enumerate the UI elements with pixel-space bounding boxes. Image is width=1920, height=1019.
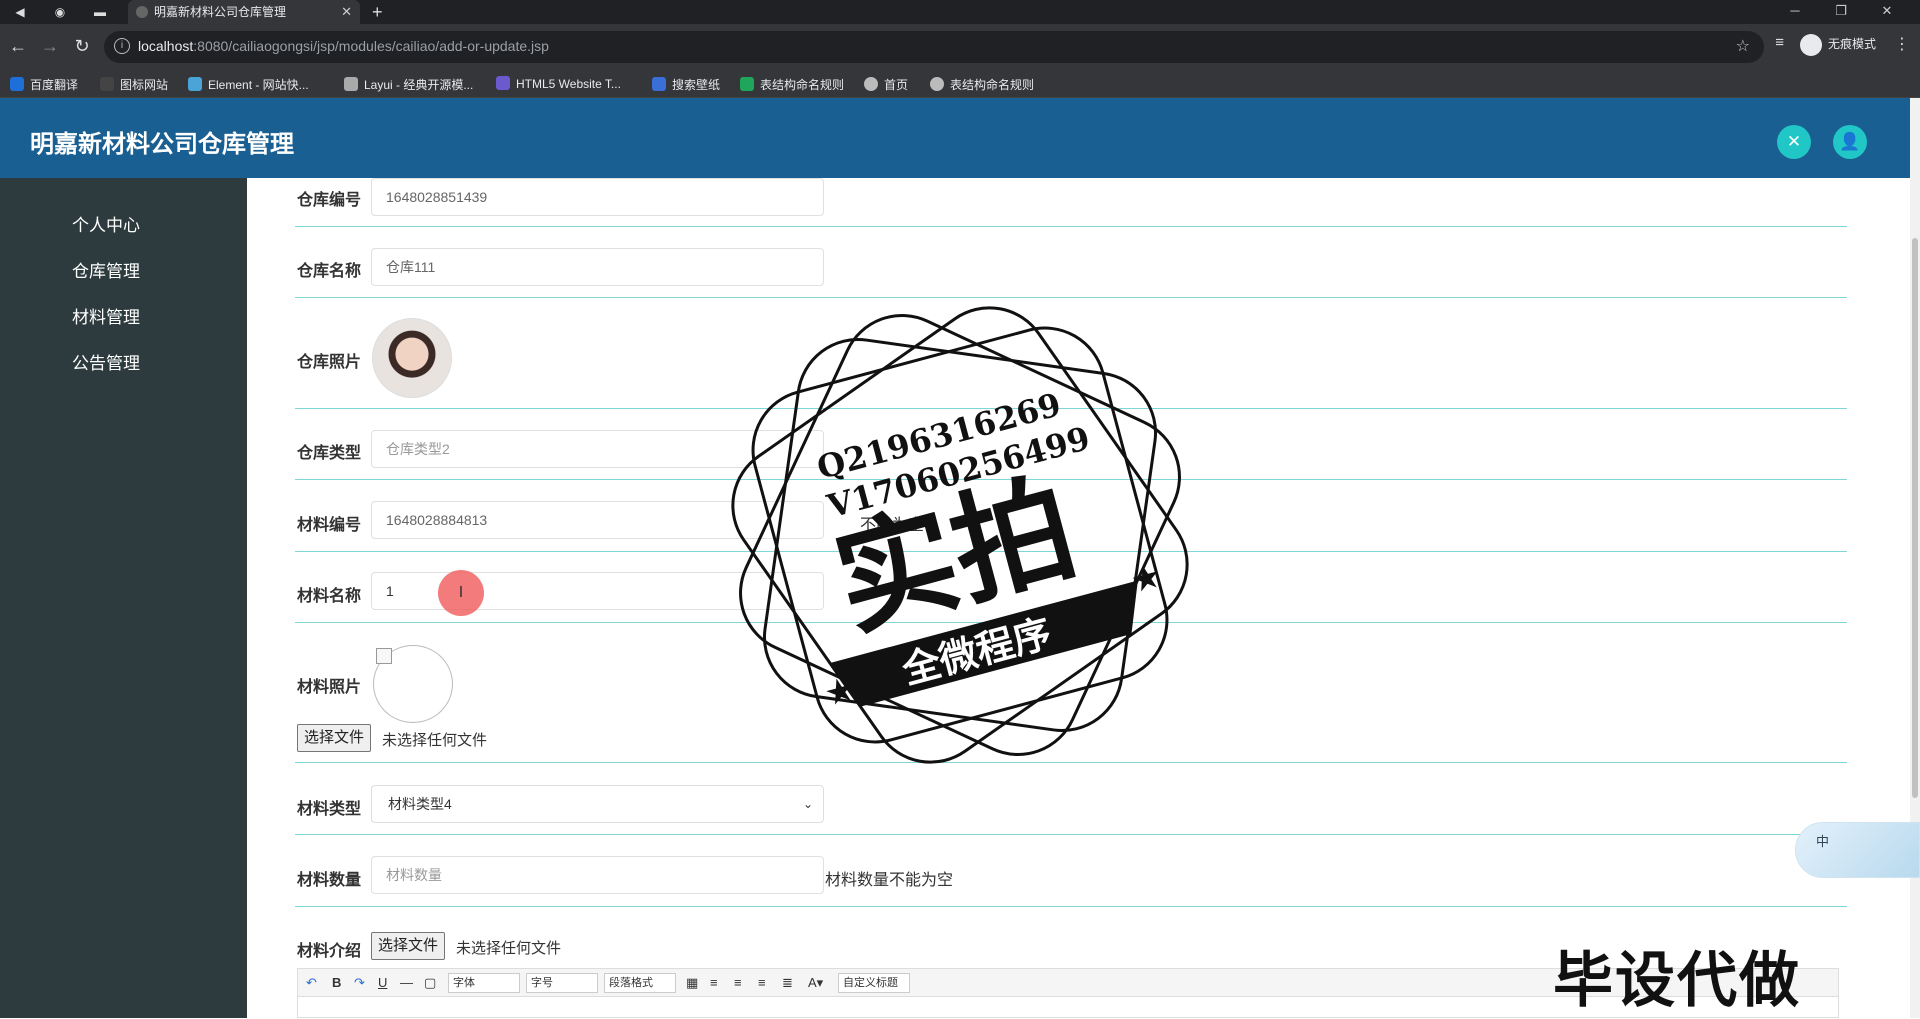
new-tab-icon[interactable]: +: [372, 0, 383, 24]
bold-icon[interactable]: B: [332, 975, 341, 990]
browser-toolbar: ← → ↻ i localhost:8080/cailiaogongsi/jsp…: [0, 24, 1920, 70]
browser-menu-icon[interactable]: ⋮: [1894, 34, 1910, 54]
url-text: localhost:8080/cailiaogongsi/jsp/modules…: [138, 38, 549, 54]
row-divider: [295, 906, 1847, 907]
scrollbar-thumb[interactable]: [1912, 238, 1918, 798]
bookmark-item[interactable]: HTML5 Website T...: [496, 76, 621, 91]
material-photo-preview: [373, 645, 453, 723]
font-color-icon[interactable]: A▾: [808, 975, 823, 991]
warehouse-number-input[interactable]: 1648028851439: [371, 178, 824, 216]
bookmark-item[interactable]: 表结构命名规则: [740, 76, 844, 93]
tab-audio-icon[interactable]: ◀: [6, 3, 34, 21]
minimize-icon[interactable]: ─: [1772, 0, 1818, 22]
app-title: 明嘉新材料公司仓库管理: [30, 131, 294, 158]
align-center-icon[interactable]: ≡: [734, 975, 742, 990]
window-controls: ─ ❐ ✕: [1772, 0, 1910, 22]
browser-tab-active[interactable]: 明嘉新材料公司仓库管理 ✕: [128, 0, 360, 24]
field-label: 材料数量: [297, 872, 362, 889]
sidebar-item-material[interactable]: 材料管理: [72, 303, 140, 328]
tab-favicon-icon: [136, 6, 148, 18]
sidebar: 个人中心 仓库管理 材料管理 公告管理: [0, 178, 247, 1018]
window-icon[interactable]: ▬: [86, 3, 114, 21]
sidebar-item-personal-center[interactable]: 个人中心: [72, 211, 140, 236]
app-header: 明嘉新材料公司仓库管理 ✕ 👤: [0, 98, 1910, 178]
row-divider: [295, 226, 1847, 227]
bookmark-item[interactable]: 百度翻译: [10, 76, 78, 93]
row-divider: [295, 834, 1847, 835]
paragraph-format-select[interactable]: 段落格式: [604, 973, 676, 993]
browser-tab-bar: ◀ ◉ ▬ 明嘉新材料公司仓库管理 ✕ + ─ ❐ ✕: [0, 0, 1920, 24]
fullscreen-icon[interactable]: ✕: [1777, 125, 1811, 159]
bookmark-item[interactable]: Element - 网站快...: [188, 76, 309, 93]
font-size-select[interactable]: 字号: [526, 973, 598, 993]
material-quantity-hint: 材料数量不能为空: [825, 872, 954, 889]
material-intro-file-status: 未选择任何文件: [456, 940, 562, 957]
field-label: 仓库类型: [297, 445, 362, 462]
justify-icon[interactable]: ≣: [782, 975, 793, 991]
field-label: 材料介绍: [297, 943, 362, 960]
material-intro-file-button[interactable]: 选择文件: [371, 932, 446, 960]
tab-close-icon[interactable]: ✕: [341, 0, 352, 24]
bookmark-item[interactable]: Layui - 经典开源模...: [344, 76, 473, 93]
reading-list-icon[interactable]: ≡: [1775, 34, 1784, 51]
custom-heading-select[interactable]: 自定义标题: [838, 973, 910, 993]
bookmarks-bar: 百度翻译 图标网站 Element - 网站快... Layui - 经典开源模…: [0, 70, 1920, 98]
align-right-icon[interactable]: ≡: [758, 975, 766, 990]
sidebar-item-warehouse[interactable]: 仓库管理: [72, 257, 140, 282]
page-scrollbar[interactable]: [1910, 98, 1920, 1018]
field-label: 材料编号: [297, 517, 362, 534]
clear-format-icon[interactable]: ▢: [424, 975, 436, 991]
undo-icon[interactable]: ↶: [306, 975, 317, 991]
user-icon[interactable]: 👤: [1833, 125, 1867, 159]
address-bar[interactable]: i localhost:8080/cailiaogongsi/jsp/modul…: [104, 31, 1764, 63]
broken-image-icon: [376, 648, 392, 664]
bookmark-item[interactable]: 图标网站: [100, 76, 168, 93]
field-label: 仓库编号: [297, 192, 362, 209]
redo-icon[interactable]: ↷: [354, 975, 365, 991]
material-quantity-input[interactable]: 材料数量: [371, 856, 824, 894]
material-photo-file-status: 未选择任何文件: [382, 732, 488, 749]
font-family-select[interactable]: 字体: [448, 973, 520, 993]
back-icon[interactable]: ←: [6, 36, 30, 57]
close-window-icon[interactable]: ✕: [1864, 0, 1910, 22]
incognito-badge[interactable]: 无痕模式: [1799, 34, 1876, 56]
browser-globe-icon[interactable]: ◉: [46, 3, 74, 21]
watermark-text: 毕设代做: [1553, 946, 1801, 1016]
table-icon[interactable]: ▦: [686, 975, 698, 991]
bookmark-star-icon[interactable]: ☆: [1736, 36, 1750, 56]
warehouse-photo: [372, 318, 452, 398]
restore-icon[interactable]: ❐: [1818, 0, 1864, 22]
material-type-select[interactable]: 材料类型4 ⌄: [371, 785, 824, 823]
field-label: 材料类型: [297, 801, 362, 818]
material-photo-file-button[interactable]: 选择文件: [297, 724, 372, 752]
tab-title: 明嘉新材料公司仓库管理: [154, 5, 287, 19]
ime-status-widget[interactable]: 中: [1795, 822, 1920, 878]
horizontal-rule-icon[interactable]: —: [400, 975, 413, 990]
field-label: 仓库照片: [297, 354, 362, 371]
warehouse-name-input[interactable]: 仓库111: [371, 248, 824, 286]
field-label: 材料名称: [297, 588, 362, 605]
bookmark-item[interactable]: 表结构命名规则: [930, 76, 1034, 93]
field-label: 仓库名称: [297, 263, 362, 280]
align-left-icon[interactable]: ≡: [710, 975, 718, 990]
forward-icon[interactable]: →: [38, 36, 62, 57]
field-label: 材料照片: [297, 679, 362, 696]
reload-icon[interactable]: ↻: [70, 36, 94, 57]
watermark-stamp: Q2196316269 V17060256499 实拍 全微程序 ★ ★: [731, 306, 1189, 764]
bookmark-item[interactable]: 首页: [864, 76, 908, 93]
chevron-down-icon: ⌄: [802, 797, 813, 811]
mouse-cursor-indicator: I: [438, 570, 484, 616]
site-info-icon[interactable]: i: [114, 38, 130, 54]
bookmark-item[interactable]: 搜索壁纸: [652, 76, 720, 93]
sidebar-item-announcement[interactable]: 公告管理: [72, 349, 140, 374]
underline-icon[interactable]: U: [378, 975, 387, 990]
incognito-icon: [1799, 34, 1822, 56]
